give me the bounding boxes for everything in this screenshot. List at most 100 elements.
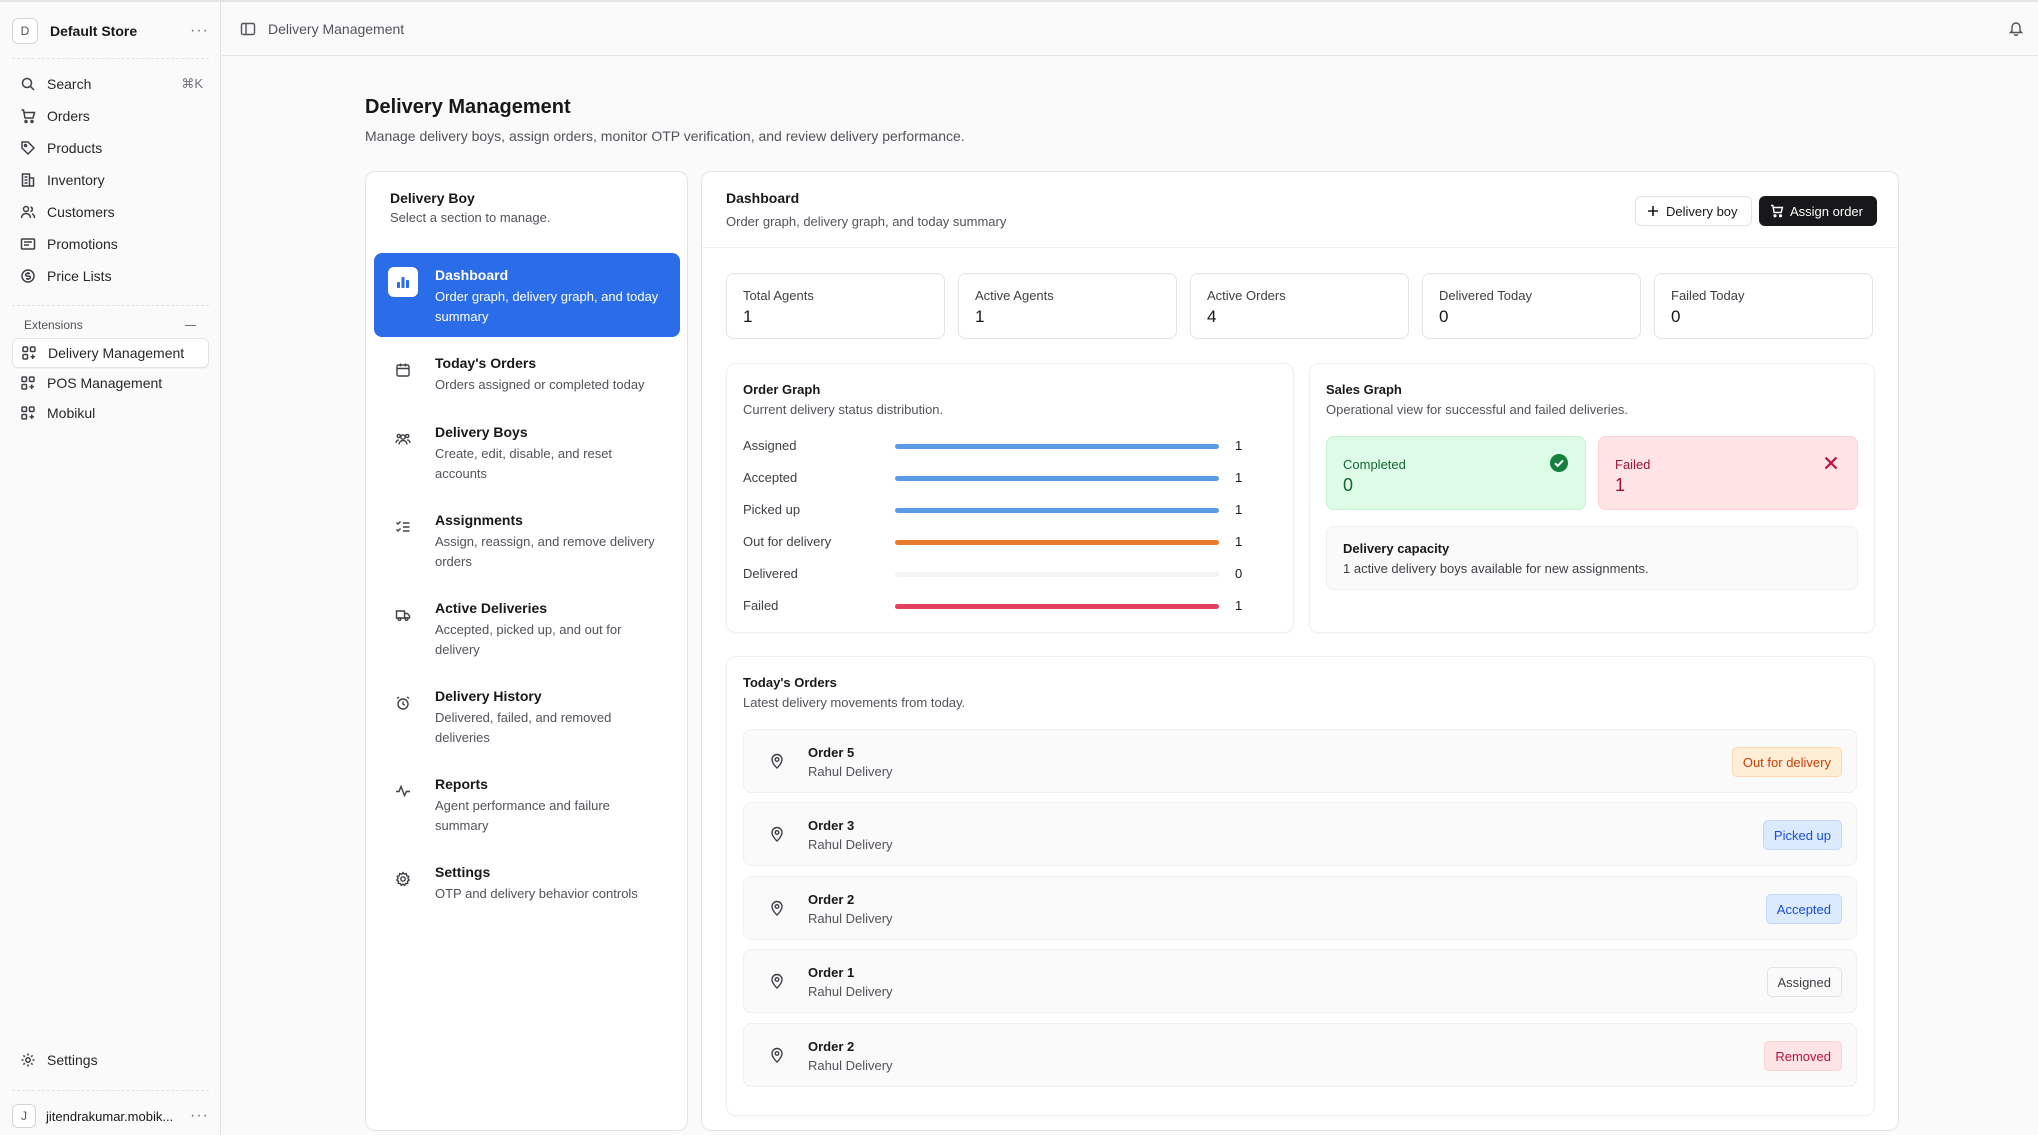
menu-item-assignments[interactable]: Assignments Assign, reassign, and remove…: [374, 498, 680, 584]
map-pin-icon: [771, 826, 783, 842]
menu-item-dashboard[interactable]: Dashboard Order graph, delivery graph, a…: [374, 253, 680, 337]
menu-item-title: Active Deliveries: [435, 600, 548, 616]
store-switcher[interactable]: D Default Store ···: [12, 16, 209, 46]
collapse-icon[interactable]: [185, 324, 196, 326]
order-row[interactable]: Order 2 Rahul Delivery Removed: [743, 1023, 1857, 1087]
menu-item-settings[interactable]: Settings OTP and delivery behavior contr…: [374, 850, 680, 916]
topbar: Delivery Management: [222, 2, 2038, 56]
graph-bar-track: [895, 508, 1219, 513]
graph-bar-track: [895, 476, 1219, 481]
stat-value: 0: [1671, 307, 1681, 326]
add-delivery-boy-button[interactable]: Delivery boy: [1635, 196, 1752, 226]
status-badge: Assigned: [1766, 967, 1842, 997]
map-pin-icon: [771, 973, 783, 989]
sidebar-item-delivery-management[interactable]: Delivery Management: [12, 338, 209, 368]
menu-item-title: Today's Orders: [435, 355, 537, 371]
graph-bar: [895, 444, 1219, 449]
section-menu: Delivery Boy Select a section to manage.…: [365, 171, 688, 1131]
stat-label: Active Orders: [1207, 288, 1286, 303]
sidebar-divider: [12, 305, 209, 306]
order-agent: Rahul Delivery: [808, 911, 893, 926]
sidebar-item-label: Promotions: [47, 236, 118, 252]
map-pin-icon: [771, 900, 783, 916]
sidebar-item-promotions[interactable]: Promotions: [12, 228, 209, 260]
delivery-capacity: Delivery capacity 1 active delivery boys…: [1326, 526, 1858, 590]
more-icon[interactable]: ···: [190, 1108, 209, 1124]
graph-row-value: 1: [1235, 470, 1243, 485]
graph-row-label: Assigned: [743, 438, 797, 453]
sidebar-divider: [12, 1090, 209, 1091]
stat-value: 1: [975, 307, 985, 326]
menu-item-desc: Order graph, delivery graph, and today s…: [435, 289, 659, 324]
sidebar-item-settings[interactable]: Settings: [12, 1044, 209, 1076]
sidebar-item-mobikul[interactable]: Mobikul: [12, 398, 209, 428]
graph-bar-track: [895, 540, 1219, 545]
menu-item-title: Settings: [435, 864, 491, 880]
menu-item-delivery-history[interactable]: Delivery History Delivered, failed, and …: [374, 674, 680, 760]
assign-order-button[interactable]: Assign order: [1759, 196, 1877, 226]
menu-item-desc: Agent performance and failure summary: [435, 798, 610, 833]
menu-item-title: Reports: [435, 776, 488, 792]
graph-row-picked-up: Picked up 1: [743, 500, 1273, 520]
cart-icon: [21, 109, 36, 124]
building-icon: [21, 173, 35, 187]
currency-icon: [21, 269, 35, 283]
menu-item-reports[interactable]: Reports Agent performance and failure su…: [374, 762, 680, 848]
menu-item-title: Assignments: [435, 512, 523, 528]
graph-row-value: 1: [1235, 502, 1243, 517]
tag-icon: [21, 141, 36, 156]
search-icon: [21, 77, 35, 91]
graph-bar: [895, 476, 1219, 481]
search-shortcut: ⌘K: [181, 76, 203, 91]
order-row[interactable]: Order 5 Rahul Delivery Out for delivery: [743, 729, 1857, 793]
menu-item-active-deliveries[interactable]: Active Deliveries Accepted, picked up, a…: [374, 586, 680, 672]
capacity-title: Delivery capacity: [1343, 541, 1450, 556]
section-menu-subtitle: Select a section to manage.: [390, 210, 551, 225]
capacity-text: 1 active delivery boys available for new…: [1343, 561, 1649, 576]
sales-graph-panel: Sales Graph Operational view for success…: [1309, 363, 1875, 633]
menu-item-desc: Delivered, failed, and removed deliverie…: [435, 710, 612, 745]
sidebar-item-label: Inventory: [47, 172, 105, 188]
status-badge: Removed: [1764, 1041, 1842, 1071]
graph-row-value: 0: [1235, 566, 1243, 581]
extensions-nav: Delivery Management POS Management Mobik…: [12, 338, 209, 428]
order-row[interactable]: Order 1 Rahul Delivery Assigned: [743, 949, 1857, 1013]
more-icon[interactable]: ···: [190, 23, 209, 39]
sidebar-item-price-lists[interactable]: Price Lists: [12, 260, 209, 292]
sidebar-item-inventory[interactable]: Inventory: [12, 164, 209, 196]
breadcrumb[interactable]: Delivery Management: [268, 21, 404, 37]
graph-row-assigned: Assigned 1: [743, 436, 1273, 456]
sidebar-toggle-icon[interactable]: [240, 21, 256, 37]
stat-label: Failed Today: [1671, 288, 1745, 303]
sidebar-item-pos-management[interactable]: POS Management: [12, 368, 209, 398]
sidebar-item-label: Delivery Management: [48, 345, 185, 361]
user-menu[interactable]: J jitendrakumar.mobik... ···: [12, 1101, 209, 1131]
order-row[interactable]: Order 3 Rahul Delivery Picked up: [743, 802, 1857, 866]
order-agent: Rahul Delivery: [808, 764, 893, 779]
users-icon: [20, 205, 36, 219]
menu-item-delivery-boys[interactable]: Delivery Boys Create, edit, disable, and…: [374, 410, 680, 496]
dashboard-card: Dashboard Order graph, delivery graph, a…: [701, 171, 1899, 1131]
menu-item-todays-orders[interactable]: Today's Orders Orders assigned or comple…: [374, 341, 680, 407]
sidebar-item-label: Settings: [47, 1052, 98, 1068]
stat-total-agents: Total Agents 1: [726, 273, 945, 339]
sidebar-item-products[interactable]: Products: [12, 132, 209, 164]
graph-bar: [895, 540, 1219, 545]
bar-chart-icon: [388, 267, 418, 297]
menu-item-desc: Accepted, picked up, and out for deliver…: [435, 622, 622, 657]
stat-failed-today: Failed Today 0: [1654, 273, 1873, 339]
completed-value: 0: [1343, 475, 1354, 495]
sidebar-item-customers[interactable]: Customers: [12, 196, 209, 228]
check-circle-icon: [1550, 454, 1568, 472]
extensions-header[interactable]: Extensions: [24, 318, 196, 332]
sidebar-item-search[interactable]: Search ⌘K: [12, 68, 209, 100]
map-pin-icon: [771, 1047, 783, 1063]
order-row[interactable]: Order 2 Rahul Delivery Accepted: [743, 876, 1857, 940]
grid-plus-icon: [22, 346, 36, 360]
sidebar-item-orders[interactable]: Orders: [12, 100, 209, 132]
extensions-label: Extensions: [24, 318, 83, 332]
dashboard-header: Dashboard Order graph, delivery graph, a…: [702, 172, 1898, 248]
dashboard-title: Dashboard: [726, 190, 800, 206]
stat-active-agents: Active Agents 1: [958, 273, 1177, 339]
bell-icon[interactable]: [2008, 20, 2024, 36]
